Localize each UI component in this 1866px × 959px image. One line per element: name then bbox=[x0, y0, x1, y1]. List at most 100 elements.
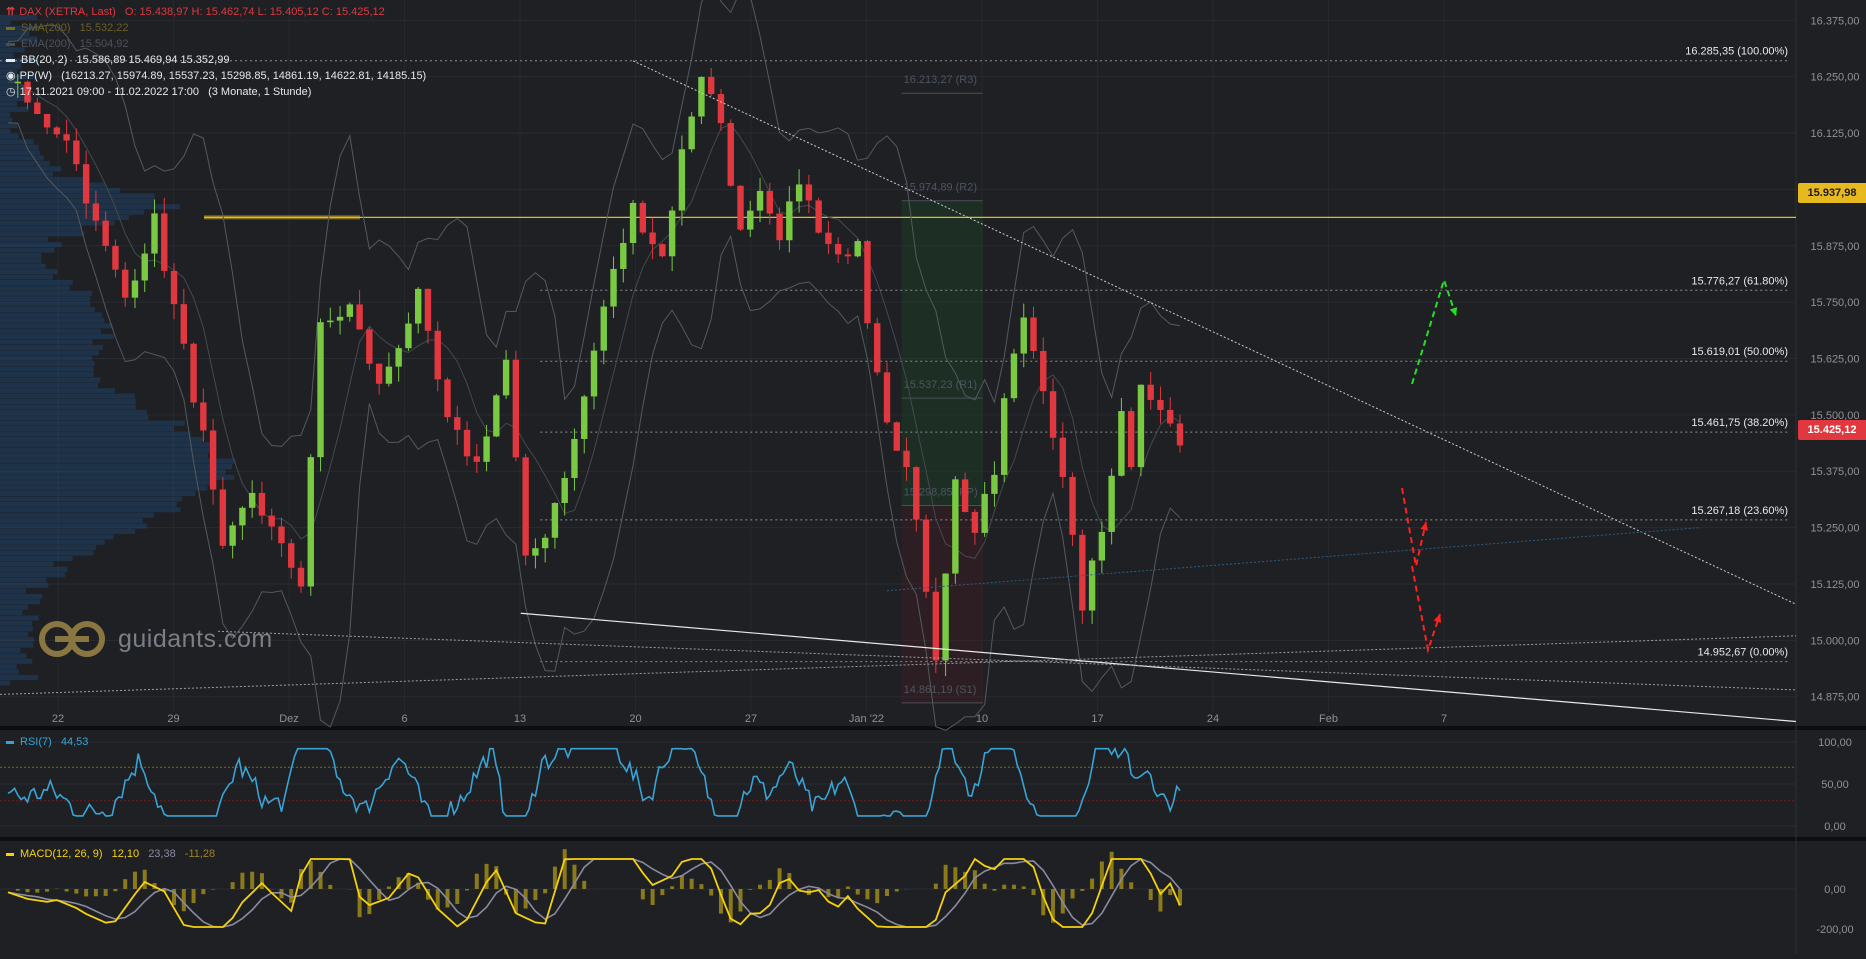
macd-histogram-bar bbox=[1071, 889, 1075, 899]
candle-body bbox=[239, 508, 245, 526]
volume-profile-bar bbox=[0, 588, 26, 593]
volume-profile-bar bbox=[0, 502, 177, 507]
time-tick-label: Feb bbox=[1319, 713, 1338, 725]
macd-histogram-bar bbox=[934, 884, 938, 889]
volume-profile-bar bbox=[0, 442, 212, 447]
macd-histogram-bar bbox=[1080, 889, 1084, 891]
volume-profile-bar bbox=[0, 123, 17, 128]
macd-histogram-bar bbox=[1090, 879, 1094, 889]
rsi-panel[interactable] bbox=[0, 728, 1866, 838]
macd-value: 12,10 bbox=[112, 848, 140, 860]
pivot-label: 15.974,89 (R2) bbox=[904, 182, 977, 194]
volume-profile-bar bbox=[0, 426, 174, 431]
candle-body bbox=[571, 439, 577, 478]
candle-body bbox=[444, 379, 450, 417]
volume-profile-bar bbox=[0, 599, 40, 604]
range-duration: (3 Monate, 1 Stunde) bbox=[208, 86, 311, 98]
volume-profile-bar bbox=[0, 523, 147, 528]
ema-legend[interactable]: EMA(200) 15.504,92 bbox=[6, 36, 129, 52]
volume-profile-bar bbox=[0, 215, 129, 220]
candle-body bbox=[142, 254, 148, 281]
bb-swatch bbox=[6, 59, 15, 62]
time-tick-label: 13 bbox=[514, 713, 526, 725]
macd-histogram-bar bbox=[367, 889, 371, 914]
price-tick-label: 16.125,00 bbox=[1811, 128, 1860, 140]
macd-histogram-bar bbox=[846, 887, 850, 889]
macd-histogram-bar bbox=[143, 870, 147, 889]
chart-stage[interactable]: 16.375,0016.250,0016.125,0016.000,0015.8… bbox=[0, 0, 1866, 954]
candle-body bbox=[386, 367, 392, 384]
candle-body bbox=[815, 200, 821, 232]
volume-profile-bar bbox=[0, 567, 67, 572]
chart-canvas[interactable]: 16.375,0016.250,0016.125,0016.000,0015.8… bbox=[0, 0, 1866, 954]
candle-body bbox=[317, 322, 323, 457]
volume-profile-bar bbox=[0, 112, 10, 117]
macd-histogram-bar bbox=[1012, 885, 1016, 889]
range-legend[interactable]: ◷17.11.2021 09:00 - 11.02.2022 17:00 (3 … bbox=[6, 84, 311, 100]
volume-profile-bar bbox=[0, 204, 180, 209]
candle-body bbox=[972, 512, 978, 533]
macd-hist-value: -11,28 bbox=[185, 848, 215, 860]
time-tick-label: 22 bbox=[52, 713, 64, 725]
macd-legend[interactable]: MACD(12, 26, 9) 12,10 23,38 -11,28 bbox=[6, 848, 215, 860]
volume-profile-bar bbox=[0, 453, 208, 458]
candle-body bbox=[522, 457, 528, 555]
volume-profile-bar bbox=[0, 210, 144, 215]
level-price-tag: 15.937,98 bbox=[1798, 183, 1866, 203]
resistance-highlight bbox=[204, 215, 360, 219]
candle-body bbox=[737, 186, 743, 230]
volume-profile-bar bbox=[0, 513, 154, 518]
macd-histogram-bar bbox=[1022, 886, 1026, 889]
candle-body bbox=[181, 304, 187, 344]
volume-profile-bar bbox=[0, 280, 73, 285]
candle-body bbox=[1001, 398, 1007, 475]
volume-profile-bar bbox=[0, 356, 92, 361]
candle-body bbox=[874, 323, 880, 372]
candle-body bbox=[513, 360, 519, 458]
volume-profile-bar bbox=[0, 291, 92, 296]
macd-histogram-bar bbox=[748, 889, 752, 890]
logo-text: guidants.com bbox=[118, 625, 273, 654]
volume-profile-bar bbox=[0, 361, 95, 366]
macd-tick-label: -200,00 bbox=[1816, 924, 1853, 936]
candle-body bbox=[962, 479, 968, 512]
volume-profile-bar bbox=[0, 410, 147, 415]
pp-label: PP(W) bbox=[20, 70, 52, 82]
bb-label: BB(20, 2) bbox=[21, 54, 67, 66]
volume-profile-bar bbox=[0, 177, 86, 182]
instrument-name[interactable]: DAX (XETRA, Last) bbox=[19, 6, 116, 18]
volume-profile-bar bbox=[0, 448, 210, 453]
candle-body bbox=[923, 520, 929, 592]
pp-legend[interactable]: ◉PP(W) (16213.27, 15974.89, 15537.23, 15… bbox=[6, 68, 426, 84]
macd-histogram-bar bbox=[983, 884, 987, 889]
candle-body bbox=[1050, 391, 1056, 438]
macd-histogram-bar bbox=[35, 889, 39, 893]
volume-profile-bar bbox=[0, 615, 39, 620]
sma-legend[interactable]: SMA(200) 15.532,22 bbox=[6, 20, 129, 36]
candle-body bbox=[855, 241, 861, 256]
macd-histogram-bar bbox=[465, 889, 469, 890]
candle-body bbox=[884, 372, 890, 422]
candle-body bbox=[981, 494, 987, 533]
time-tick-label: Jan '22 bbox=[849, 713, 884, 725]
candle-body bbox=[83, 164, 89, 203]
macd-histogram-bar bbox=[660, 889, 664, 895]
volume-profile-bar bbox=[0, 220, 114, 225]
rsi-legend[interactable]: RSI(7) 44,53 bbox=[6, 736, 88, 748]
candle-body bbox=[620, 243, 626, 269]
macd-histogram-bar bbox=[1168, 889, 1172, 895]
bb-legend[interactable]: BB(20, 2) 15.586,89 15.469,94 15.352,99 bbox=[6, 52, 229, 68]
price-tick-label: 15.000,00 bbox=[1811, 635, 1860, 647]
price-tick-label: 15.250,00 bbox=[1811, 523, 1860, 535]
candle-body bbox=[112, 246, 118, 270]
macd-histogram-bar bbox=[133, 872, 137, 889]
candle-body bbox=[1069, 477, 1075, 535]
candle-body bbox=[171, 271, 177, 304]
volume-profile-bar bbox=[0, 561, 53, 566]
macd-histogram-bar bbox=[260, 873, 264, 889]
volume-profile-bar bbox=[0, 312, 102, 317]
price-tick-label: 15.375,00 bbox=[1811, 466, 1860, 478]
candle-body bbox=[728, 123, 734, 186]
volume-profile-bar bbox=[0, 507, 181, 512]
candle-body bbox=[347, 304, 353, 316]
